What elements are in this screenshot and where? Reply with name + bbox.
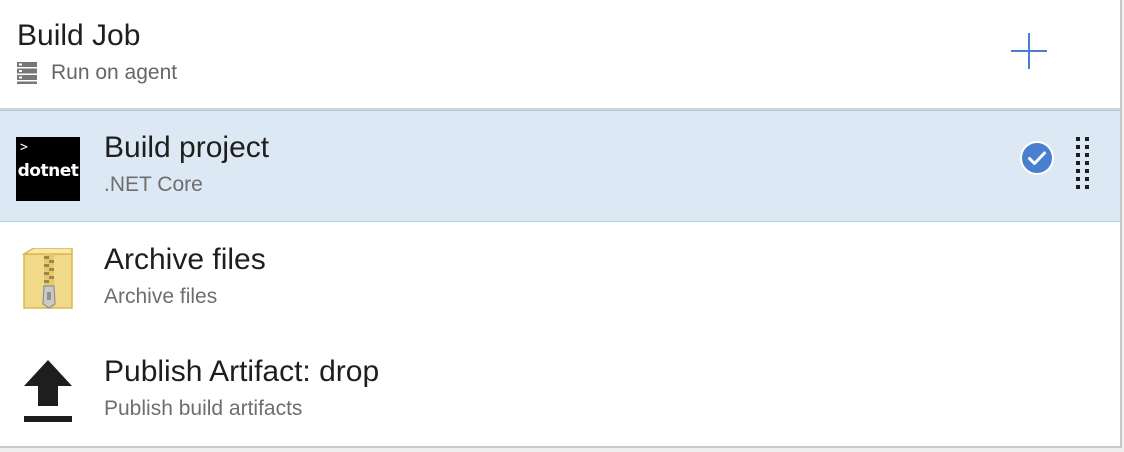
job-title: Build Job [17, 19, 141, 52]
task-subtitle: .NET Core [104, 173, 203, 196]
add-task-button[interactable] [1006, 28, 1052, 74]
task-archive-files[interactable]: Archive files Archive files [0, 222, 1120, 334]
task-name: Archive files [104, 243, 266, 276]
server-icon [17, 62, 37, 84]
enabled-check-icon[interactable] [1020, 141, 1054, 175]
build-pipeline-panel: Build Job Run on agent > dotnet Build pr… [0, 0, 1122, 448]
job-header[interactable]: Build Job Run on agent [0, 0, 1120, 110]
task-subtitle: Archive files [104, 285, 218, 308]
plus-icon [1011, 33, 1047, 69]
dotnet-icon: > dotnet [16, 137, 80, 201]
task-name: Build project [104, 131, 270, 164]
task-name: Publish Artifact: drop [104, 355, 380, 388]
task-subtitle: Publish build artifacts [104, 397, 303, 420]
upload-arrow-icon [24, 360, 72, 422]
job-subtitle-row: Run on agent [17, 60, 177, 86]
job-subtitle: Run on agent [51, 61, 178, 84]
task-build-project[interactable]: > dotnet Build project .NET Core [0, 110, 1120, 222]
zip-archive-icon [22, 248, 73, 309]
task-publish-artifact[interactable]: Publish Artifact: drop Publish build art… [0, 334, 1120, 446]
drag-handle-icon[interactable] [1074, 135, 1092, 197]
